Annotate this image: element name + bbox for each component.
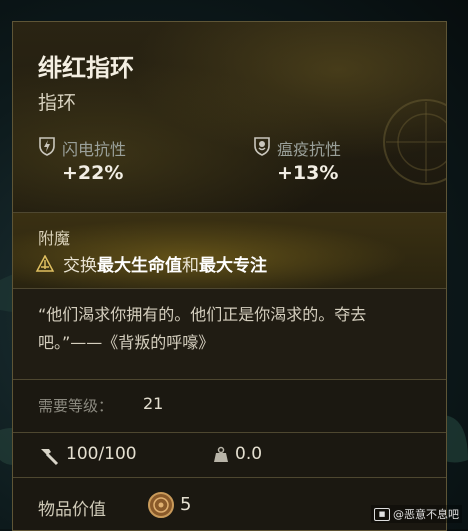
weight-value: 0.0 [235,444,263,464]
requirement-section: 需要等级： 21 [13,380,446,433]
flavor-text: “他们渴求你拥有的。他们正是你渴求的。夺去吧。”——《背叛的呼嚎》 [38,305,367,352]
required-level-label: 需要等级： [38,397,114,415]
enchant-prefix: 交换 [63,256,97,276]
plague-shield-icon [254,137,270,156]
item-worth-label: 物品价值 [38,500,106,520]
enchant-rune-icon [35,254,55,272]
stat-value: +13% [277,162,339,184]
tooltip-header: 绯红指环 指环 闪电抗性 +22% 瘟疫抗性 +13% [13,22,446,213]
enchant-stat-a: 最大生命值 [97,256,182,276]
item-type: 指环 [38,92,77,114]
watermark-logo-icon: ■ [374,507,390,521]
item-worth-value: 5 [180,494,192,515]
item-name: 绯红指环 [38,54,134,82]
stat-value: +22% [62,162,124,184]
enchant-section: 附魔 交换 最大生命值 和 最大专注 [13,213,446,289]
stat-label: 闪电抗性 [62,140,127,159]
enchant-effect: 交换 最大生命值 和 最大专注 [35,251,267,276]
weight-icon [214,446,228,462]
stat-label: 瘟疫抗性 [277,140,342,159]
enchant-stat-b: 最大专注 [199,256,267,276]
hammer-icon [41,449,59,466]
item-tooltip: 绯红指环 指环 闪电抗性 +22% 瘟疫抗性 +13% 附魔 交换 最大生命值 … [12,21,447,531]
enchant-joiner: 和 [182,256,199,276]
decorative-crest-icon [383,99,446,185]
durability-weight-section: 100/100 0.0 [13,433,446,478]
watermark: ■ @恶意不息吧 [371,505,462,523]
enchant-title: 附魔 [38,229,71,248]
durability-value: 100/100 [66,444,137,464]
coin-icon [148,492,174,518]
lightning-shield-icon [39,137,55,156]
required-level-value: 21 [143,394,164,413]
flavor-section: “他们渴求你拥有的。他们正是你渴求的。夺去吧。”——《背叛的呼嚎》 [13,289,446,380]
watermark-text: @恶意不息吧 [393,508,459,521]
